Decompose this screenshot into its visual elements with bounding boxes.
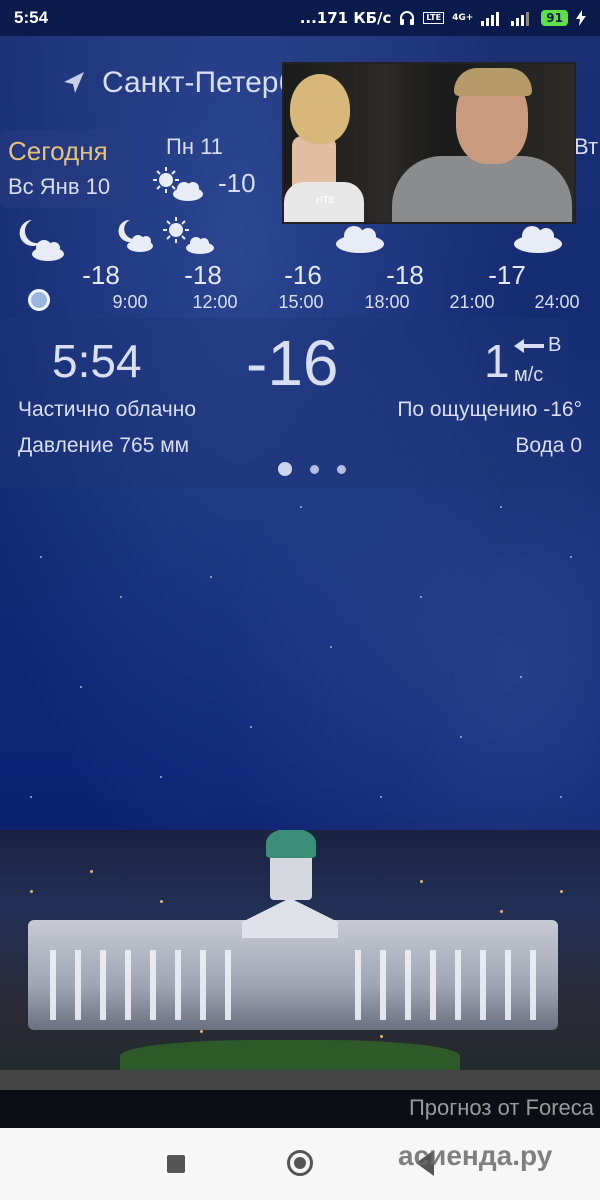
recent-apps-button[interactable]	[167, 1155, 185, 1173]
wind-direction-icon	[514, 339, 544, 353]
hour-label: 9:00	[112, 292, 148, 312]
hour-label: 15:00	[278, 292, 324, 312]
day-temp: -10	[218, 168, 256, 198]
wind-speed: 1	[484, 335, 510, 387]
charging-icon	[576, 10, 586, 26]
day-name: Пн 11	[166, 134, 223, 159]
hour-label: 24:00	[534, 292, 580, 312]
city-background-image	[0, 830, 600, 1090]
partly-cloudy-night-icon	[19, 220, 64, 261]
watermark: асиенда.ру	[398, 1140, 553, 1171]
condition-text: Частично облачно	[18, 398, 197, 421]
pip-video-player[interactable]: НТВ	[282, 62, 576, 224]
signal-2-icon	[511, 12, 530, 26]
status-time: 5:54	[14, 8, 49, 27]
video-figure	[392, 156, 572, 222]
battery-indicator: 91	[541, 10, 568, 26]
hour-temp: -16	[284, 260, 322, 290]
video-figure	[454, 68, 532, 96]
feels-like: По ощущению -16°	[397, 398, 582, 421]
network-speed: ...171 КБ/с	[299, 9, 392, 27]
hour-label: 21:00	[449, 292, 495, 312]
day-name: Сегодня	[8, 136, 108, 166]
page-indicator[interactable]	[278, 462, 346, 476]
water-temp: Вода 0	[515, 434, 582, 457]
location-arrow-icon	[64, 72, 84, 93]
partly-cloudy-night-icon	[118, 219, 153, 252]
day-date: Вс Янв 10	[8, 174, 111, 199]
current-time: 5:54	[52, 335, 142, 387]
day-tab-next[interactable]: Вт	[574, 134, 598, 160]
dome	[266, 830, 316, 858]
day-tab-today[interactable]: Сегодня Вс Янв 10	[0, 130, 132, 208]
hour-temp: -17	[488, 260, 526, 290]
hour-label: 12:00	[192, 292, 238, 312]
partly-cloudy-day-icon	[163, 217, 214, 254]
city-name: Санкт-Петерб	[102, 66, 296, 99]
video-figure	[290, 74, 350, 144]
day-tab-monday[interactable]: Пн 11 -10	[152, 132, 262, 212]
partly-cloudy-day-icon	[153, 167, 203, 201]
wind-unit: м/с	[514, 364, 544, 386]
hour-temp: -18	[82, 260, 120, 290]
signal-icon	[481, 12, 500, 26]
hour-temp: -18	[184, 260, 222, 290]
location-header[interactable]: Санкт-Петерб	[60, 66, 296, 100]
wind-direction: В	[548, 334, 562, 356]
channel-logo: НТВ	[316, 196, 335, 206]
network-type: 4G+	[452, 13, 474, 23]
current-temperature: -16	[246, 327, 339, 399]
page-dot-active[interactable]	[278, 462, 292, 476]
forecast-credit[interactable]: Прогноз от Foreca	[409, 1095, 594, 1121]
status-bar: 5:54 ...171 КБ/с LTE 4G+ 91	[0, 0, 600, 36]
page-dot[interactable]	[337, 464, 346, 474]
road	[0, 1070, 600, 1090]
hour-label: 18:00	[364, 292, 410, 312]
home-button[interactable]	[287, 1150, 313, 1176]
hour-temp: -18	[386, 260, 424, 290]
volte-badge: LTE	[423, 12, 445, 24]
hourly-temps: -18 -18 -16 -18 -17	[0, 260, 600, 290]
portico	[242, 898, 338, 938]
pressure: Давление 765 мм	[18, 434, 190, 457]
hourly-times: 9:00 12:00 15:00 18:00 21:00 24:00	[0, 292, 600, 316]
headphones-icon	[400, 11, 415, 25]
page-dot[interactable]	[310, 464, 319, 474]
status-icons: ...171 КБ/с LTE 4G+ 91	[300, 9, 586, 27]
